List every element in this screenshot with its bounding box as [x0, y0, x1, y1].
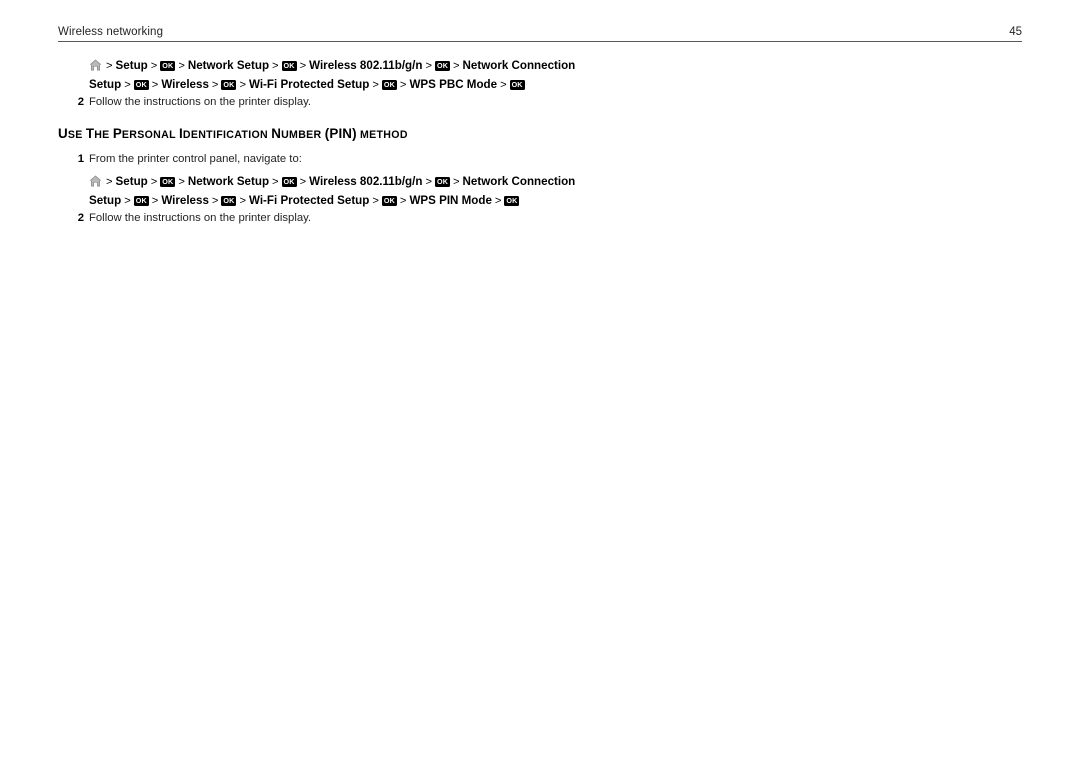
path-separator: > [425, 176, 432, 188]
ok-key-badge[interactable]: OK [133, 195, 149, 206]
path-separator: > [211, 194, 219, 207]
path-separator: > [211, 78, 219, 91]
menu-item-label[interactable]: WPS PIN Mode [409, 194, 491, 207]
menu-item-label[interactable]: Wireless 802.11b/g/n [309, 175, 422, 188]
step-number: 2 [77, 212, 84, 224]
navigation-path-line: Setup > OK > Wireless > OK > Wi-Fi Protected Set… [89, 192, 575, 211]
menu-item-label[interactable]: Setup [116, 59, 148, 72]
menu-item-label[interactable]: Wireless [161, 78, 209, 91]
path-separator: > [106, 60, 113, 72]
path-separator: > [124, 78, 131, 91]
page-number: 45 [1009, 26, 1022, 38]
navigation-path-line: > Setup > OK > Network Setup > OK > Wireless 802.… [89, 57, 575, 76]
path-separator: > [453, 176, 460, 188]
ok-key-badge[interactable]: OK [435, 61, 450, 71]
path-separator: > [272, 176, 279, 188]
path-separator: > [178, 176, 185, 188]
navigation-path-pbc-path: > Setup > OK > Network Setup > OK > Wireless 802.… [89, 57, 575, 94]
path-separator: > [106, 176, 113, 188]
path-separator: > [425, 60, 432, 72]
header-divider-rule [58, 41, 1022, 42]
step-pbc-2: 2 Follow the instructions on the printer … [74, 94, 774, 110]
menu-item-label[interactable]: Wireless [161, 194, 209, 207]
navigation-path-line: Setup > OK > Wireless > OK > Wi-Fi Protected Set… [89, 76, 575, 95]
step-pin-2: 2 Follow the instructions on the printer … [74, 210, 774, 226]
path-separator: > [299, 60, 307, 72]
navigation-path-line: > Setup > OK > Network Setup > OK > Wireless 802.… [89, 173, 575, 192]
menu-item-label[interactable]: Wireless 802.11b/g/n [309, 59, 422, 72]
path-separator: > [453, 60, 460, 72]
menu-item-label[interactable]: WPS PBC Mode [409, 78, 497, 91]
ok-key-badge[interactable]: OK [160, 61, 176, 71]
menu-item-label[interactable]: Setup [89, 194, 121, 207]
path-separator: > [399, 194, 407, 207]
step-text: From the printer control panel, navigate… [89, 153, 302, 165]
running-header: Wireless networking 45 [58, 25, 1022, 47]
path-separator: > [500, 78, 507, 91]
step-number: 2 [77, 96, 84, 108]
menu-item-label[interactable]: Wi-Fi Protected Setup [249, 78, 369, 91]
step-text: Follow the instructions on the printer d… [89, 212, 312, 224]
path-separator: > [372, 78, 379, 91]
navigation-path-pin-path: > Setup > OK > Network Setup > OK > Wireless 802.… [89, 173, 575, 210]
menu-item-label[interactable]: Setup [89, 78, 121, 91]
path-separator: > [178, 60, 185, 72]
path-separator: > [124, 194, 131, 207]
step-number: 1 [77, 153, 84, 165]
menu-item-label[interactable]: Network Connection [463, 59, 576, 72]
menu-item-label[interactable]: Wi-Fi Protected Setup [249, 194, 369, 207]
path-separator: > [299, 176, 307, 188]
menu-item-label[interactable]: Setup [116, 175, 148, 188]
ok-key-badge[interactable]: OK [281, 177, 297, 187]
path-separator: > [150, 176, 158, 188]
step-text: Follow the instructions on the printer d… [89, 96, 312, 108]
ok-key-badge[interactable]: OK [381, 195, 397, 206]
path-separator: > [494, 194, 502, 207]
ok-key-badge[interactable]: OK [504, 195, 520, 206]
home-icon [89, 175, 102, 187]
ok-key-badge[interactable]: OK [509, 79, 525, 90]
home-icon [89, 59, 102, 71]
document-page: Wireless networking 45 > Setup > OK > Network… [0, 0, 1080, 763]
path-separator: > [272, 60, 279, 72]
path-separator: > [239, 78, 246, 91]
menu-item-label[interactable]: Network Connection [463, 175, 576, 188]
ok-key-badge[interactable]: OK [221, 195, 237, 206]
section-heading: USE THE PERSONAL IDENTIFICATION NUMBER (… [58, 126, 408, 141]
ok-key-badge[interactable]: OK [160, 177, 176, 187]
path-separator: > [399, 78, 407, 91]
ok-key-badge[interactable]: OK [133, 79, 149, 90]
path-separator: > [151, 78, 159, 91]
path-separator: > [150, 60, 158, 72]
menu-item-label[interactable]: Network Setup [188, 59, 269, 72]
step-pin-1: 1 From the printer control panel, navigat… [74, 151, 774, 167]
path-separator: > [151, 194, 159, 207]
ok-key-badge[interactable]: OK [221, 79, 237, 90]
ok-key-badge[interactable]: OK [281, 61, 297, 71]
path-separator: > [372, 194, 379, 207]
path-separator: > [239, 194, 246, 207]
ok-key-badge[interactable]: OK [381, 79, 397, 90]
menu-item-label[interactable]: Network Setup [188, 175, 269, 188]
header-section-title: Wireless networking [58, 26, 164, 38]
ok-key-badge[interactable]: OK [435, 177, 450, 187]
